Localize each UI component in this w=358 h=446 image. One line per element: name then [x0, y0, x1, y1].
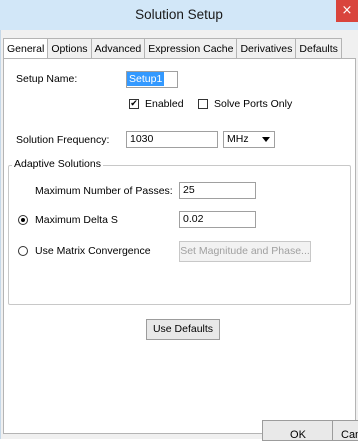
- window-title: Solution Setup: [135, 7, 223, 22]
- cancel-button[interactable]: Cancel: [332, 420, 358, 441]
- set-magnitude-phase-button[interactable]: Set Magnitude and Phase...: [179, 241, 311, 262]
- max-delta-s-radio[interactable]: [18, 215, 28, 225]
- use-defaults-button[interactable]: Use Defaults: [146, 319, 220, 340]
- enabled-checkbox[interactable]: ✔: [129, 99, 139, 109]
- tab-advanced[interactable]: Advanced: [90, 38, 146, 58]
- setup-name-input[interactable]: Setup1: [126, 71, 178, 88]
- tab-strip: General Options Advanced Expression Cach…: [3, 38, 342, 58]
- solution-frequency-input[interactable]: 1030: [126, 131, 218, 148]
- max-delta-s-input[interactable]: 0.02: [179, 211, 256, 228]
- ok-button[interactable]: OK: [262, 420, 334, 441]
- tab-derivatives[interactable]: Derivatives: [236, 38, 297, 58]
- dialog-body: General Options Advanced Expression Cach…: [0, 30, 358, 441]
- matrix-convergence-label: Use Matrix Convergence: [35, 245, 151, 257]
- solve-ports-only-label: Solve Ports Only: [214, 98, 293, 110]
- matrix-convergence-radio[interactable]: [18, 246, 28, 256]
- title-bar: Solution Setup ×: [0, 0, 358, 30]
- solve-ports-only-checkbox[interactable]: [198, 99, 208, 109]
- solution-frequency-label: Solution Frequency:: [16, 134, 110, 146]
- enabled-label: Enabled: [145, 98, 184, 110]
- tab-expression-cache[interactable]: Expression Cache: [144, 38, 238, 58]
- close-icon[interactable]: ×: [336, 0, 358, 22]
- tab-general[interactable]: General: [3, 38, 49, 58]
- max-delta-s-label: Maximum Delta S: [35, 214, 118, 226]
- max-passes-input[interactable]: 25: [179, 182, 256, 199]
- frequency-unit-select[interactable]: MHz: [223, 131, 275, 148]
- tab-defaults[interactable]: Defaults: [295, 38, 342, 58]
- max-passes-label: Maximum Number of Passes:: [35, 185, 173, 197]
- frequency-unit-value: MHz: [227, 133, 249, 145]
- general-tab-panel: Setup Name: Setup1 ✔ Enabled Solve Ports…: [3, 58, 356, 434]
- setup-name-label: Setup Name:: [16, 73, 78, 85]
- adaptive-solutions-title: Adaptive Solutions: [12, 158, 103, 170]
- tab-options[interactable]: Options: [47, 38, 92, 58]
- setup-name-value: Setup1: [127, 72, 165, 86]
- chevron-down-icon: [262, 137, 270, 142]
